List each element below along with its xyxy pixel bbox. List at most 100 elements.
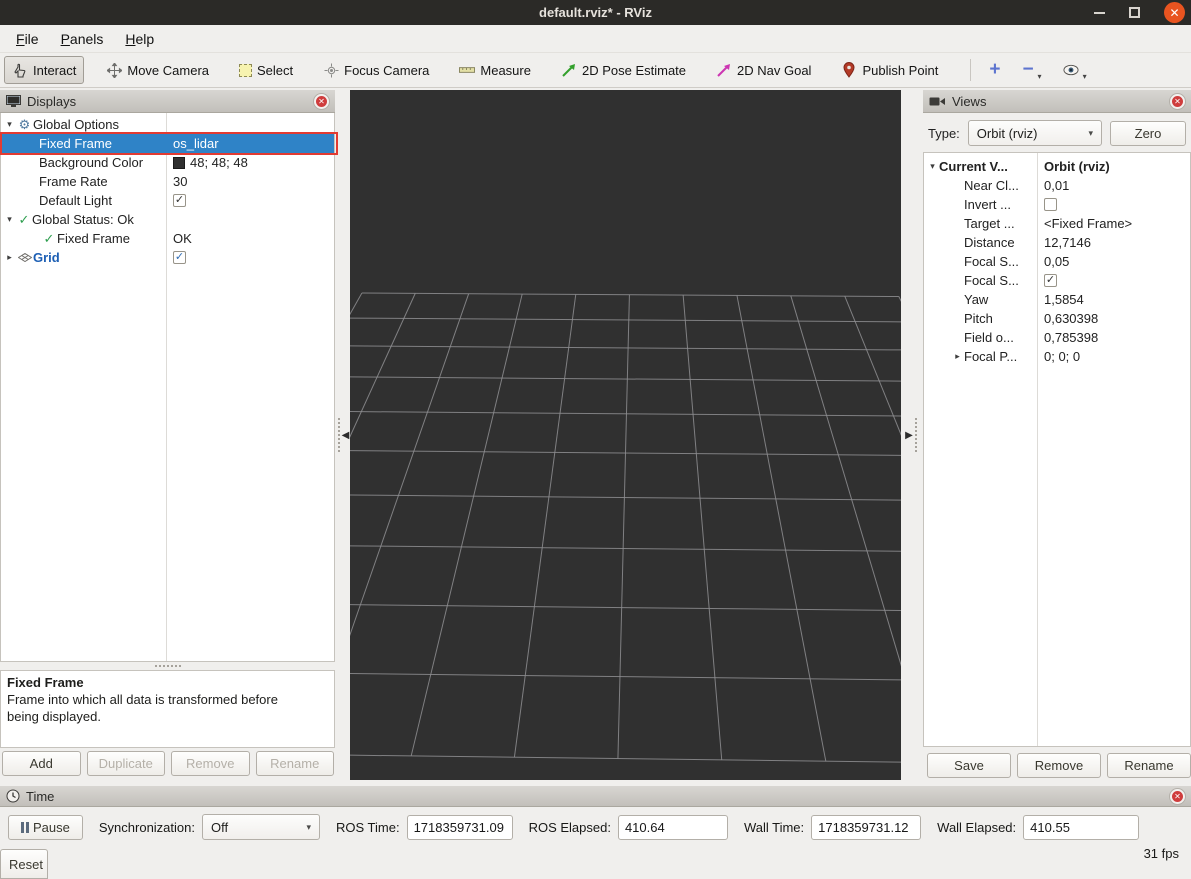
ground-grid	[350, 90, 901, 780]
row-distance[interactable]: Distance 12,7146	[924, 233, 1190, 252]
time-panel: Time ✕ Pause Synchronization: Off ▾ ROS …	[0, 780, 1191, 873]
ros-elapsed-label: ROS Elapsed:	[529, 820, 611, 835]
hand-icon	[12, 62, 28, 78]
tool-interact[interactable]: Interact	[4, 56, 84, 84]
collapse-left-icon[interactable]: ◀	[342, 430, 350, 441]
remove-button[interactable]: Remove	[171, 751, 250, 776]
wall-time-label: Wall Time:	[744, 820, 804, 835]
zero-button[interactable]: Zero	[1110, 121, 1186, 146]
close-icon[interactable]: ✕	[1170, 789, 1185, 804]
menu-panels[interactable]: Panels	[51, 28, 114, 50]
displays-tree: ▾ ⚙ Global Options Fixed Frame os_lidar …	[0, 113, 335, 662]
row-near-clip[interactable]: Near Cl... 0,01	[924, 176, 1190, 195]
maximize-icon[interactable]	[1129, 7, 1140, 18]
monitor-icon	[6, 95, 21, 108]
row-field-of-view[interactable]: Field o... 0,785398	[924, 328, 1190, 347]
left-splitter[interactable]: ◀	[335, 90, 350, 780]
remove-tool-button[interactable]: − ▾	[1014, 57, 1050, 83]
row-invert-z[interactable]: Invert ...	[924, 195, 1190, 214]
help-text-line1: Frame into which all data is transformed…	[7, 691, 328, 708]
frame-rate-value[interactable]: 30	[166, 172, 334, 191]
tool-focus-camera[interactable]: Focus Camera	[315, 56, 437, 84]
checkbox-checked[interactable]: ✓	[173, 194, 186, 207]
checkbox-unchecked[interactable]	[1044, 198, 1057, 211]
views-panel-title: Views	[952, 94, 986, 109]
expander-closed-icon[interactable]: ▸	[3, 252, 16, 263]
wall-elapsed-input[interactable]	[1023, 815, 1139, 840]
expander-closed-icon[interactable]: ▸	[951, 351, 964, 362]
render-viewport[interactable]	[350, 90, 901, 780]
views-panel-header[interactable]: Views ✕	[923, 90, 1191, 113]
view-type-combobox[interactable]: Orbit (rviz) ▾	[968, 120, 1102, 146]
displays-panel-header[interactable]: Displays ✕	[0, 90, 335, 113]
row-fixed-frame[interactable]: Fixed Frame os_lidar	[1, 134, 334, 153]
row-background-color[interactable]: Background Color 48; 48; 48	[1, 153, 334, 172]
titlebar[interactable]: default.rviz* - RViz ✕	[0, 0, 1191, 25]
tool-2d-pose-estimate[interactable]: 2D Pose Estimate	[553, 56, 694, 84]
ros-elapsed-input[interactable]	[618, 815, 728, 840]
fixed-frame-value[interactable]: os_lidar	[166, 134, 334, 153]
color-swatch	[173, 157, 185, 169]
reset-button[interactable]: Reset	[0, 849, 48, 879]
tool-select[interactable]: Select	[231, 57, 301, 84]
add-tool-button[interactable]: +	[981, 57, 1008, 83]
menubar: File Panels Help	[0, 25, 1191, 53]
row-fixed-frame-status[interactable]: ✓ Fixed Frame OK	[1, 229, 334, 248]
gear-icon: ⚙	[16, 117, 33, 133]
collapse-right-icon[interactable]: ▶	[905, 430, 913, 441]
row-frame-rate[interactable]: Frame Rate 30	[1, 172, 334, 191]
menu-file[interactable]: File	[6, 28, 49, 50]
row-target-frame[interactable]: Target ... <Fixed Frame>	[924, 214, 1190, 233]
plus-icon: +	[989, 63, 1000, 77]
checkbox-checked[interactable]: ✓	[1044, 274, 1057, 287]
tool-move-camera[interactable]: Move Camera	[98, 56, 217, 84]
close-icon[interactable]: ✕	[314, 94, 329, 109]
row-focal-shape-fixed[interactable]: Focal S... ✓	[924, 271, 1190, 290]
row-global-status[interactable]: ▾ ✓ Global Status: Ok	[1, 210, 334, 229]
horizontal-splitter[interactable]	[0, 662, 335, 670]
row-default-light[interactable]: Default Light ✓	[1, 191, 334, 210]
pause-button[interactable]: Pause	[8, 815, 83, 840]
row-global-options[interactable]: ▾ ⚙ Global Options	[1, 115, 334, 134]
dropdown-arrow-icon: ▾	[306, 822, 311, 833]
tool-2d-nav-goal[interactable]: 2D Nav Goal	[708, 56, 819, 84]
wall-time-input[interactable]	[811, 815, 921, 840]
minimize-icon[interactable]	[1094, 12, 1105, 14]
tool-properties-button[interactable]: ▾	[1055, 56, 1096, 84]
crosshair-icon	[323, 62, 339, 78]
status-ok-icon: ✓	[41, 231, 57, 247]
add-button[interactable]: Add	[2, 751, 81, 776]
close-icon[interactable]: ✕	[1170, 94, 1185, 109]
views-tree: ▾ Current V... Orbit (rviz) Near Cl... 0…	[923, 152, 1191, 747]
row-grid-display[interactable]: ▸ Grid ✓	[1, 248, 334, 267]
menu-help[interactable]: Help	[115, 28, 164, 50]
save-button[interactable]: Save	[927, 753, 1011, 778]
background-color-value[interactable]: 48; 48; 48	[166, 153, 334, 172]
expander-open-icon[interactable]: ▾	[3, 214, 16, 225]
pin-icon	[841, 62, 857, 78]
duplicate-button[interactable]: Duplicate	[87, 751, 166, 776]
magenta-arrow-icon	[716, 62, 732, 78]
remove-view-button[interactable]: Remove	[1017, 753, 1101, 778]
right-splitter[interactable]: ▶	[901, 90, 923, 780]
close-icon[interactable]: ✕	[1164, 2, 1185, 23]
row-pitch[interactable]: Pitch 0,630398	[924, 309, 1190, 328]
tool-publish-point[interactable]: Publish Point	[833, 56, 946, 84]
synchronization-combobox[interactable]: Off ▾	[202, 814, 320, 840]
expander-open-icon[interactable]: ▾	[926, 161, 939, 172]
splitter-grip[interactable]	[915, 418, 917, 452]
checkbox-checked[interactable]: ✓	[173, 251, 186, 264]
row-yaw[interactable]: Yaw 1,5854	[924, 290, 1190, 309]
tool-measure[interactable]: Measure	[451, 56, 539, 84]
row-focal-shape-size[interactable]: Focal S... 0,05	[924, 252, 1190, 271]
row-current-view[interactable]: ▾ Current V... Orbit (rviz)	[924, 157, 1190, 176]
splitter-grip[interactable]	[338, 418, 340, 452]
main-area: Displays ✕ ▾ ⚙ Global Options Fixed Fram…	[0, 88, 1191, 780]
rename-button[interactable]: Rename	[256, 751, 335, 776]
time-panel-header[interactable]: Time ✕	[0, 786, 1191, 807]
toolbar: Interact Move Camera Select Focus Camera	[0, 53, 1191, 88]
row-focal-point[interactable]: ▸ Focal P... 0; 0; 0	[924, 347, 1190, 366]
ros-time-input[interactable]	[407, 815, 513, 840]
expander-open-icon[interactable]: ▾	[3, 119, 16, 130]
rename-view-button[interactable]: Rename	[1107, 753, 1191, 778]
